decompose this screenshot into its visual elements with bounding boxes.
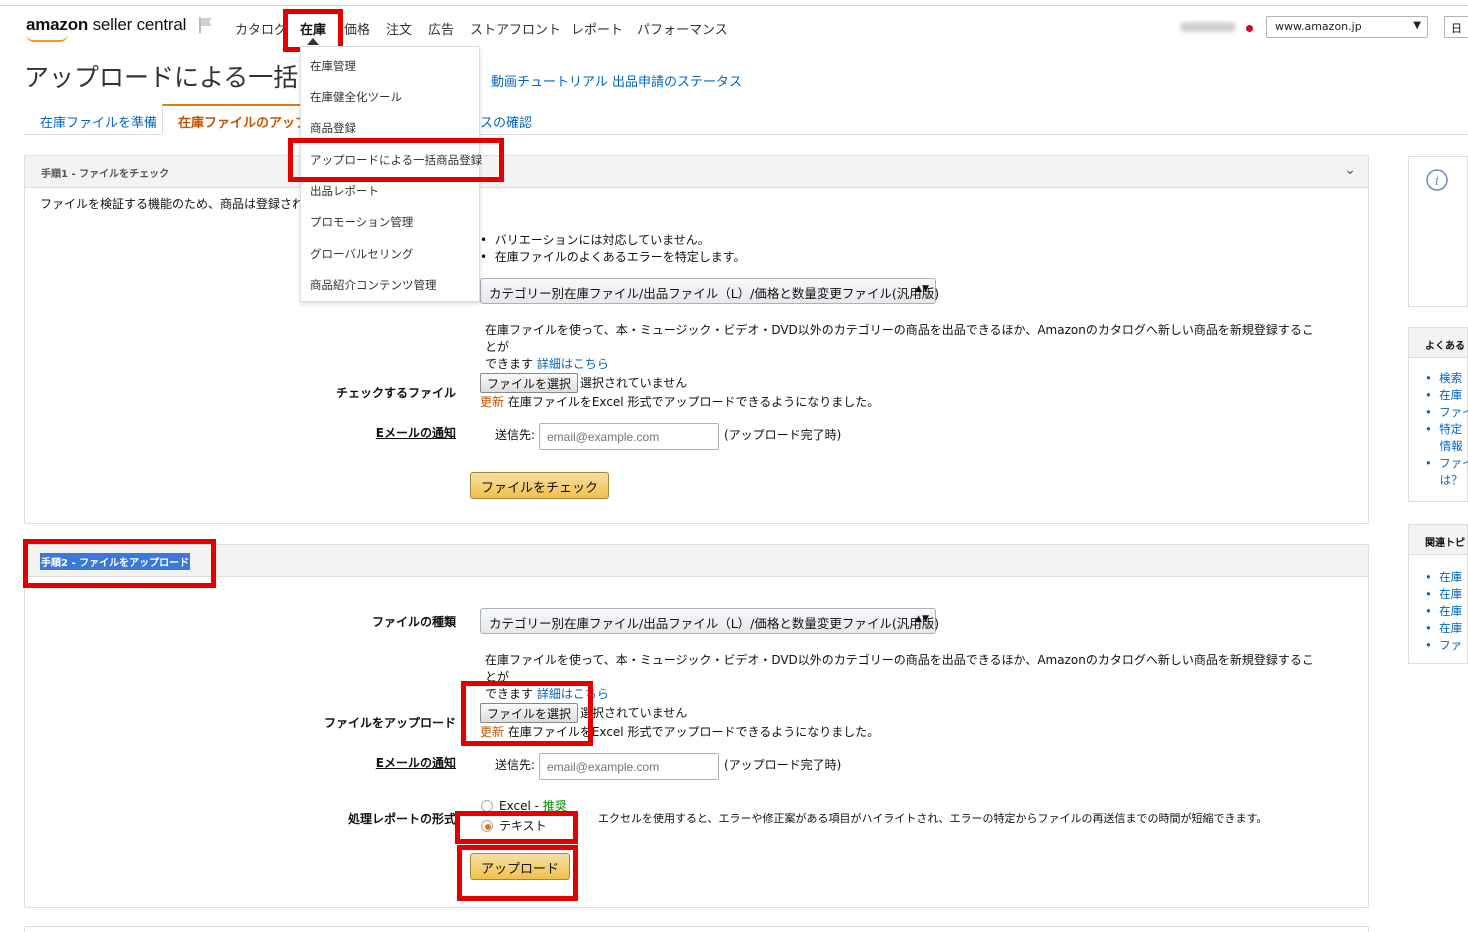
- tab-upload-file[interactable]: 在庫ファイルのアップロード: [162, 104, 312, 135]
- check-file-button[interactable]: ファイルをチェック: [470, 472, 610, 499]
- file-type-label: ファイルの種類: [371, 615, 456, 629]
- step1-email-input[interactable]: [539, 423, 719, 450]
- step1-update-notice: 更新 在庫ファイルをExcel 形式でアップロードできるようになりました。: [480, 395, 880, 409]
- upload-file-label: ファイルをアップロード: [323, 716, 456, 730]
- nav-pricing[interactable]: 価格: [344, 19, 370, 38]
- next-panel-edge: [24, 926, 1369, 932]
- highlight-step2-title: [23, 539, 216, 588]
- menu-item-promotions[interactable]: プロモーション管理: [310, 214, 413, 230]
- topic-link[interactable]: • 在庫: [1425, 603, 1462, 620]
- menu-item-a-plus-content[interactable]: 商品紹介コンテンツ管理: [310, 277, 437, 293]
- nav-storefront[interactable]: ストアフロント: [470, 19, 561, 38]
- step2-header: [25, 545, 1368, 577]
- nav-catalog[interactable]: カタログ: [235, 19, 287, 38]
- step1-file-type-select[interactable]: カテゴリー別在庫ファイル/出品ファイル（L）/価格と数量変更ファイル(汎用版) ▲…: [480, 278, 939, 304]
- faq-link[interactable]: • 特定: [1425, 421, 1468, 438]
- svg-text:i: i: [1435, 174, 1439, 189]
- faq-link[interactable]: • 在庫: [1425, 387, 1468, 404]
- faq-link[interactable]: は？: [1425, 472, 1468, 489]
- page-title: アップロードによる一括: [24, 64, 299, 92]
- step2-no-file-text: 選択されていません: [580, 706, 688, 720]
- nav-reports[interactable]: レポート: [571, 19, 623, 38]
- step1-no-file-text: 選択されていません: [580, 376, 688, 390]
- highlight-upload-button: [457, 845, 578, 901]
- menu-item-global-selling[interactable]: グローバルセリング: [310, 246, 413, 262]
- menu-item-manage-inventory[interactable]: 在庫管理: [310, 58, 356, 74]
- faq-link[interactable]: 情報: [1425, 438, 1468, 455]
- step1-email-label[interactable]: Eメールの通知: [256, 424, 456, 441]
- account-name-blurred[interactable]: [1180, 22, 1236, 32]
- marketplace-select[interactable]: www.amazon.jp ▼: [1266, 16, 1428, 38]
- related-topics-box: 関連トピ • 在庫 • 在庫 • 在庫 • 在庫 • ファ: [1408, 524, 1468, 664]
- faq-link[interactable]: • ファイ: [1425, 404, 1468, 421]
- highlight-choose-file: [461, 681, 593, 746]
- menu-item-inventory-health[interactable]: 在庫健全化ツール: [310, 89, 402, 105]
- details-link[interactable]: 詳細はこちら: [537, 357, 609, 371]
- step2-email-label[interactable]: Eメールの通知: [256, 754, 456, 771]
- info-box: i: [1408, 156, 1468, 307]
- report-format-label: 処理レポートの形式: [347, 812, 456, 826]
- chevron-down-icon[interactable]: ⌄: [1344, 162, 1356, 178]
- faq-box: よくある • 検索 • 在庫 • ファイ • 特定 情報 • ファイ は？: [1408, 327, 1468, 502]
- select-caret-icon: ▲▼: [915, 284, 929, 294]
- topic-link[interactable]: • 在庫: [1425, 586, 1462, 603]
- japan-flag-icon: [1246, 25, 1253, 32]
- check-file-label: チェックするファイル: [335, 386, 456, 400]
- faq-list: • 検索 • 在庫 • ファイ • 特定 情報 • ファイ は？: [1425, 370, 1468, 489]
- step2-send-to: 送信先:: [495, 758, 536, 772]
- seller-central-logo[interactable]: amazon seller central: [26, 15, 186, 42]
- list-item: • 在庫ファイルのよくあるエラーを特定します。: [480, 250, 746, 264]
- step1-intro: ファイルを検証する機能のため、商品は登録され: [40, 197, 305, 211]
- step2-description: 在庫ファイルを使って、本・ミュージック・ビデオ・DVD以外のカテゴリーの商品を出…: [485, 653, 1314, 701]
- step2-email-input[interactable]: [539, 753, 719, 780]
- list-item: • バリエーションには対応していません。: [480, 233, 710, 247]
- highlight-text-option: [455, 811, 578, 844]
- related-topics-heading: 関連トピ: [1409, 525, 1467, 555]
- nav-orders[interactable]: 注文: [386, 19, 412, 38]
- report-format-note: エクセルを使用すると、エラーや修正案がある項目がハイライトされ、エラーの特定から…: [598, 812, 1268, 825]
- step1-send-to: 送信先:: [495, 428, 536, 442]
- step1-header[interactable]: 手順1 - ファイルをチェック ⌄: [25, 156, 1368, 188]
- nav-advertising[interactable]: 広告: [428, 19, 454, 38]
- step2-file-type-select[interactable]: カテゴリー別在庫ファイル/出品ファイル（L）/価格と数量変更ファイル(汎用版) ▲…: [480, 608, 939, 634]
- nav-performance[interactable]: パフォーマンス: [637, 19, 728, 38]
- step1-choose-file-button[interactable]: ファイルを選択: [480, 373, 579, 393]
- step2-email-suffix: (アップロード完了時): [724, 758, 842, 772]
- language-select[interactable]: 日: [1444, 16, 1468, 38]
- faq-link[interactable]: • ファイ: [1425, 455, 1468, 472]
- menu-item-add-product[interactable]: 商品登録: [310, 120, 356, 136]
- tab-prepare-file[interactable]: 在庫ファイルを準備: [40, 112, 157, 131]
- highlight-bulk-upload: [288, 138, 504, 182]
- caret-down-icon: ▼: [1413, 20, 1421, 31]
- topic-link[interactable]: • ファ: [1425, 637, 1462, 654]
- step1-bullets: • バリエーションには対応していません。 • 在庫ファイルのよくあるエラーを特定…: [480, 232, 746, 266]
- menu-item-inventory-reports[interactable]: 出品レポート: [310, 183, 379, 199]
- faq-heading: よくある: [1409, 328, 1467, 358]
- topic-link[interactable]: • 在庫: [1425, 569, 1462, 586]
- select-caret-icon: ▲▼: [915, 614, 929, 624]
- faq-link[interactable]: • 検索: [1425, 370, 1468, 387]
- topic-link[interactable]: • 在庫: [1425, 620, 1462, 637]
- flag-icon[interactable]: [198, 16, 214, 34]
- info-icon: i: [1426, 169, 1448, 191]
- related-topics-list: • 在庫 • 在庫 • 在庫 • 在庫 • ファ: [1425, 569, 1462, 654]
- step1-title: 手順1 - ファイルをチェック: [41, 169, 170, 180]
- page-links[interactable]: 動画チュートリアル 出品申請のステータス: [491, 71, 742, 90]
- step1-email-suffix: (アップロード完了時): [724, 428, 842, 442]
- step1-description: 在庫ファイルを使って、本・ミュージック・ビデオ・DVD以外のカテゴリーの商品を出…: [485, 323, 1314, 371]
- tab-check-status[interactable]: スの確認: [480, 112, 532, 131]
